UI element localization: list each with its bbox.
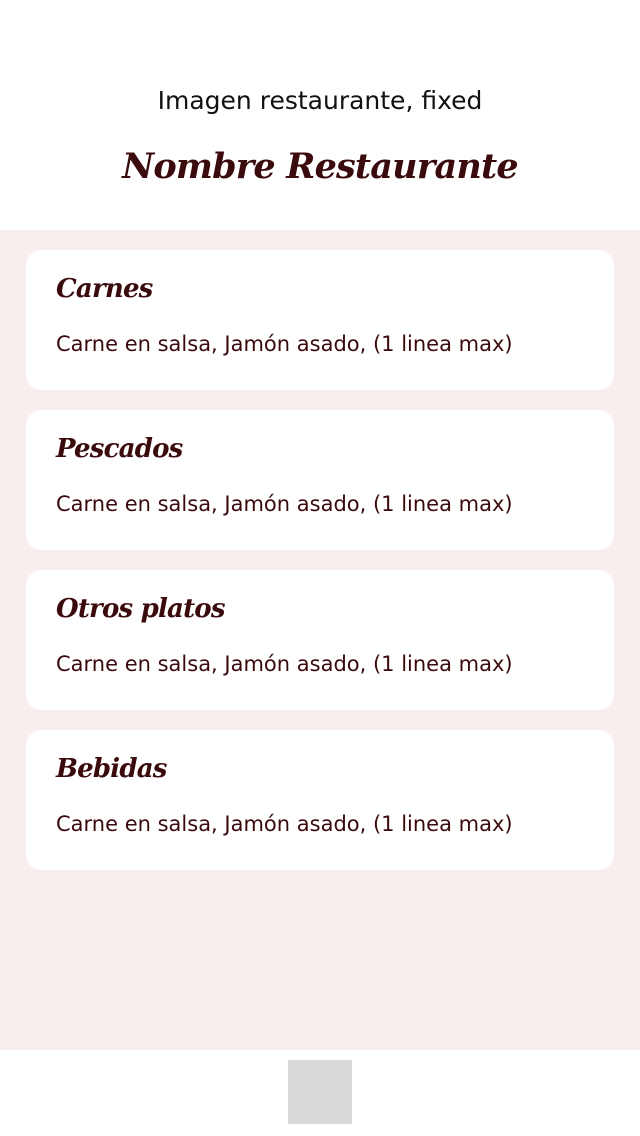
category-title: Carnes bbox=[56, 274, 153, 304]
category-card-bebidas[interactable]: Bebidas Carne en salsa, Jamón asado, (1 … bbox=[26, 730, 614, 870]
category-card-otros-platos[interactable]: Otros platos Carne en salsa, Jamón asado… bbox=[26, 570, 614, 710]
category-description: Carne en salsa, Jamón asado, (1 linea ma… bbox=[56, 652, 513, 676]
restaurant-image-placeholder: Imagen restaurante, fixed bbox=[157, 86, 483, 115]
category-description: Carne en salsa, Jamón asado, (1 linea ma… bbox=[56, 332, 513, 356]
bottom-bar bbox=[0, 1050, 640, 1136]
category-title: Bebidas bbox=[56, 754, 167, 784]
category-card-carnes[interactable]: Carnes Carne en salsa, Jamón asado, (1 l… bbox=[26, 250, 614, 390]
restaurant-name: Nombre Restaurante bbox=[122, 146, 519, 187]
category-description: Carne en salsa, Jamón asado, (1 linea ma… bbox=[56, 492, 513, 516]
restaurant-header: Imagen restaurante, fixed Nombre Restaur… bbox=[0, 0, 640, 230]
category-description: Carne en salsa, Jamón asado, (1 linea ma… bbox=[56, 812, 513, 836]
bottom-action-button[interactable] bbox=[288, 1060, 352, 1124]
menu-categories-list: Carnes Carne en salsa, Jamón asado, (1 l… bbox=[0, 230, 640, 1050]
category-card-pescados[interactable]: Pescados Carne en salsa, Jamón asado, (1… bbox=[26, 410, 614, 550]
category-title: Otros platos bbox=[56, 594, 225, 624]
category-title: Pescados bbox=[56, 434, 183, 464]
